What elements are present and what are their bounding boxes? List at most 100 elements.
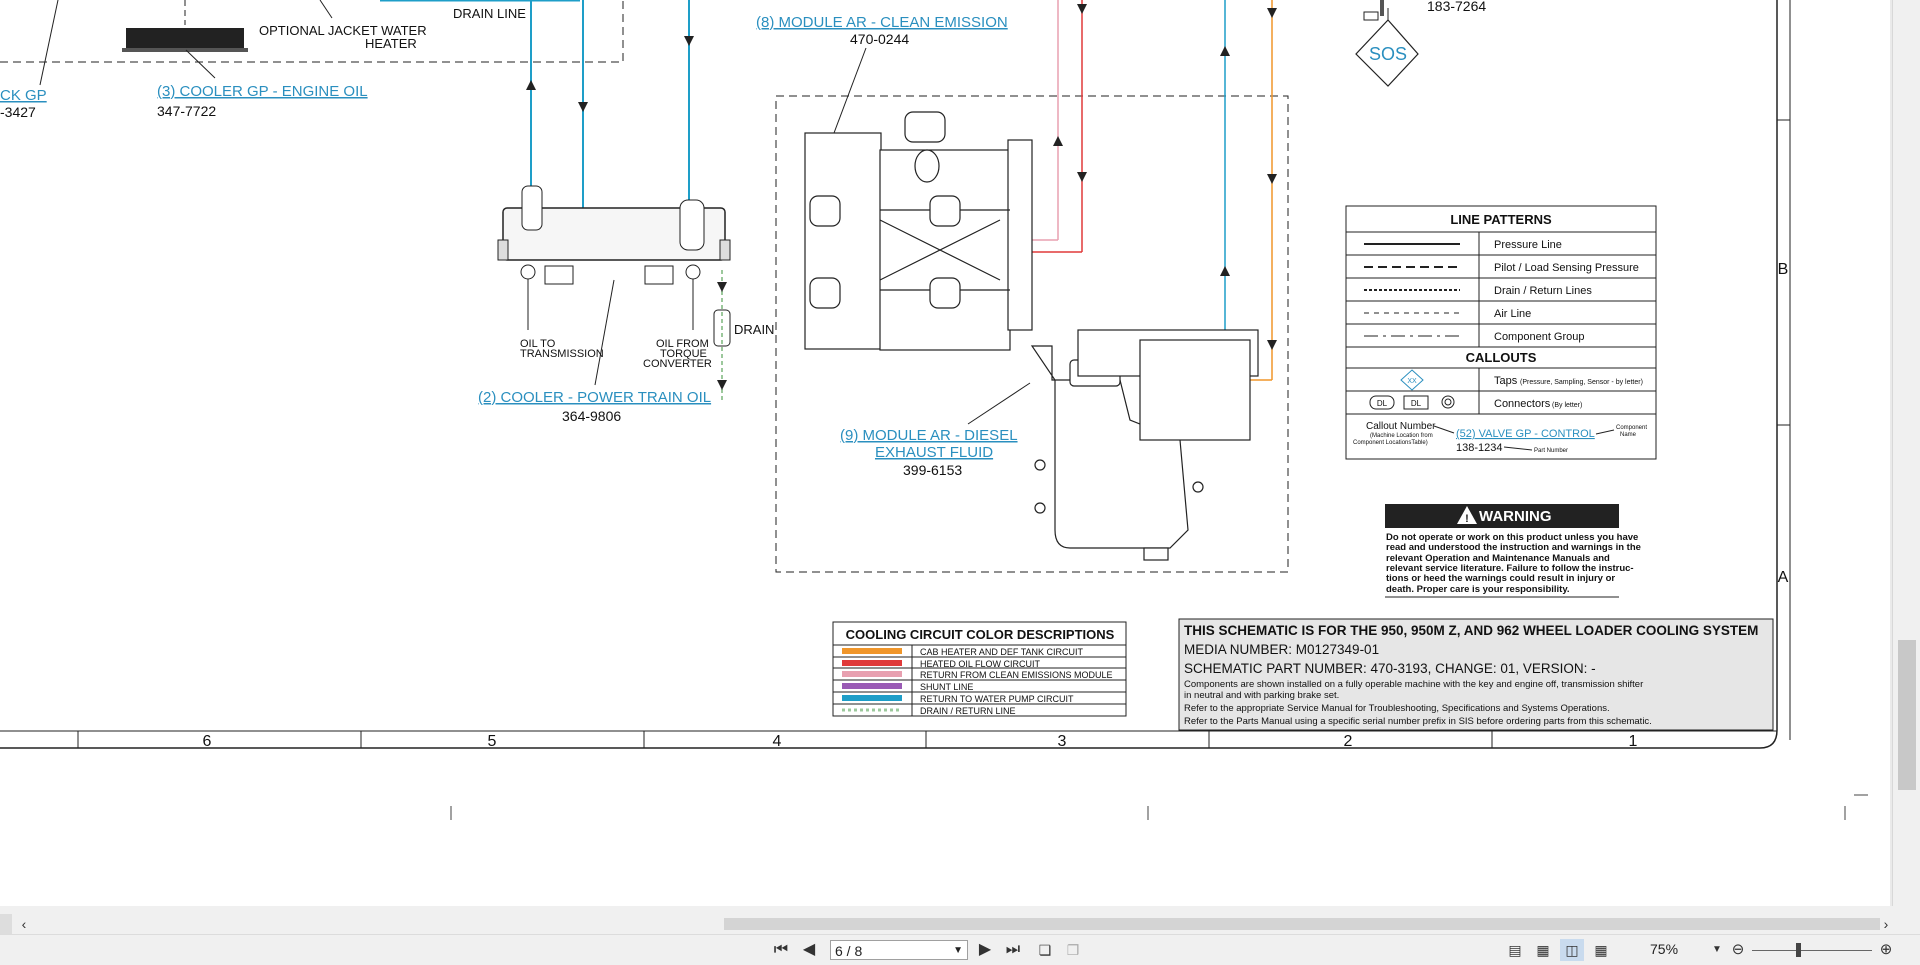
grid-col-3: 3: [1058, 733, 1067, 750]
taps-label: Taps: [1494, 375, 1518, 387]
swatch-3: [842, 683, 902, 689]
def-module-link-2[interactable]: EXHAUST FLUID: [875, 444, 993, 461]
scroll-right-icon[interactable]: ›: [1876, 914, 1896, 934]
title-block-note-4: Refer to the Parts Manual using a specif…: [1184, 716, 1652, 727]
lp-row-3: Air Line: [1494, 308, 1531, 320]
warning-title: WARNING: [1479, 508, 1552, 525]
facing-icon[interactable]: ◫: [1560, 939, 1584, 961]
horizontal-scroll-thumb[interactable]: [724, 918, 1880, 930]
title-block-part: SCHEMATIC PART NUMBER: 470-3193, CHANGE:…: [1184, 661, 1596, 676]
callout-note-1: (Machine Location from: [1370, 433, 1433, 439]
color-desc-title: COOLING CIRCUIT COLOR DESCRIPTIONS: [846, 627, 1115, 642]
line-patterns-title: LINE PATTERNS: [1450, 212, 1552, 227]
power-train-cooler-link[interactable]: (2) COOLER - POWER TRAIN OIL: [478, 389, 711, 406]
clean-emission-pn: 470-0244: [850, 31, 909, 47]
page-dropdown-icon[interactable]: ▼: [953, 941, 963, 961]
part-number-label: Part Number: [1534, 448, 1568, 454]
copy-icon[interactable]: ❏: [1034, 939, 1056, 961]
swatch-1: [842, 660, 902, 666]
lp-row-0: Pressure Line: [1494, 239, 1562, 251]
tap-symbol-text: XX: [1407, 378, 1417, 385]
scroll-left-icon[interactable]: ‹: [14, 914, 34, 934]
title-block-note-2: in neutral and with parking brake set.: [1184, 690, 1339, 701]
drain-label: DRAIN: [734, 322, 774, 337]
color-desc-3: SHUNT LINE: [920, 682, 973, 692]
svg-text:!: !: [1465, 513, 1469, 525]
grid-col-5: 5: [488, 733, 497, 750]
page-number-input[interactable]: 6 / 8 ▼: [830, 940, 968, 960]
color-desc-0: CAB HEATER AND DEF TANK CIRCUIT: [920, 647, 1084, 657]
horizontal-scrollbar[interactable]: ‹ ›: [0, 914, 1892, 934]
optional-heater-label-2: HEATER: [365, 36, 417, 51]
last-page-icon[interactable]: ⏭: [1002, 939, 1024, 961]
grid-row-b: B: [1778, 261, 1789, 278]
drain-line-label: DRAIN LINE: [453, 6, 526, 21]
connectors-note: (By letter): [1552, 402, 1582, 409]
paste-icon[interactable]: ❐: [1062, 939, 1084, 961]
document-viewport: B A 6 5 4 3 2 1 OPTIONAL JACKET WATER HE…: [0, 0, 1892, 906]
warning-line-5: death. Proper care is your responsibilit…: [1386, 584, 1570, 595]
sos-label: SOS: [1369, 44, 1407, 64]
callout-ckgp[interactable]: CK GP: [0, 87, 47, 104]
prev-page-icon[interactable]: ◀: [798, 939, 820, 961]
zoom-slider-track[interactable]: [1752, 950, 1872, 951]
engine-oil-cooler-pn: 347-7722: [157, 103, 216, 119]
grid-col-1: 1: [1629, 733, 1638, 750]
title-block-media: MEDIA NUMBER: M0127349-01: [1184, 642, 1379, 657]
schematic-sheet: B A 6 5 4 3 2 1 OPTIONAL JACKET WATER HE…: [0, 0, 1890, 906]
def-module-pn: 399-6153: [903, 462, 962, 478]
callout-note-2: Component LocationsTable): [1353, 440, 1428, 446]
warning-line-4: tions or heed the warnings could result …: [1386, 573, 1615, 584]
continuous-icon[interactable]: ▦: [1532, 939, 1554, 961]
grid-col-6: 6: [203, 733, 212, 750]
component-name-2: Name: [1620, 432, 1637, 438]
callout-example-link[interactable]: (52) VALVE GP - CONTROL: [1456, 428, 1595, 440]
color-desc-5: DRAIN / RETURN LINE: [920, 706, 1016, 716]
warning-line-1: read and understood the instruction and …: [1386, 542, 1641, 553]
connectors-label: Connectors: [1494, 398, 1551, 410]
oil-from-tc-3: CONVERTER: [643, 358, 712, 370]
swatch-4: [842, 695, 902, 701]
scroll-left-stub[interactable]: [0, 914, 12, 934]
title-block-note-3: Refer to the appropriate Service Manual …: [1184, 703, 1610, 714]
conn-dl-2: DL: [1411, 399, 1422, 408]
callouts-title: CALLOUTS: [1466, 350, 1537, 365]
zoom-out-icon[interactable]: ⊖: [1728, 939, 1748, 961]
single-page-icon[interactable]: ▤: [1504, 939, 1526, 961]
def-module-link-1[interactable]: (9) MODULE AR - DIESEL: [840, 427, 1018, 444]
swatch-2: [842, 671, 902, 677]
zoom-dropdown-icon[interactable]: ▼: [1710, 939, 1724, 961]
oil-to-trans-2: TRANSMISSION: [520, 348, 604, 360]
title-block-note-1: Components are shown installed on a full…: [1184, 679, 1643, 690]
next-page-icon[interactable]: ▶: [974, 939, 996, 961]
power-train-cooler-pn: 364-9806: [562, 408, 621, 424]
vertical-scroll-thumb[interactable]: [1898, 640, 1916, 790]
callout-number-label: Callout Number: [1366, 421, 1436, 432]
conn-dl-1: DL: [1377, 399, 1388, 408]
color-desc-1: HEATED OIL FLOW CIRCUIT: [920, 659, 1041, 669]
callout-ckgp-pn: -3427: [0, 104, 36, 120]
zoom-in-icon[interactable]: ⊕: [1876, 939, 1896, 961]
navigation-toolbar: ⏮ ◀ 6 / 8 ▼ ▶ ⏭ ❏ ❐ ▤ ▦ ◫ ▦ 75% ▼ ⊖ ⊕: [0, 934, 1920, 965]
page-number-value: 6 / 8: [835, 943, 863, 959]
engine-oil-cooler-link[interactable]: (3) COOLER GP - ENGINE OIL: [157, 83, 368, 100]
title-block-title: THIS SCHEMATIC IS FOR THE 950, 950M Z, A…: [1184, 623, 1758, 638]
grid-col-4: 4: [773, 733, 782, 750]
grid-col-2: 2: [1344, 733, 1353, 750]
swatch-0: [842, 648, 902, 654]
lp-row-1: Pilot / Load Sensing Pressure: [1494, 262, 1639, 274]
color-desc-4: RETURN TO WATER PUMP CIRCUIT: [920, 694, 1074, 704]
zoom-slider-handle[interactable]: [1796, 943, 1801, 957]
sos-pn: 183-7264: [1427, 0, 1486, 14]
component-name-1: Component: [1616, 425, 1647, 431]
first-page-icon[interactable]: ⏮: [770, 939, 792, 961]
zoom-level[interactable]: 75%: [1650, 941, 1678, 957]
clean-emission-link[interactable]: (8) MODULE AR - CLEAN EMISSION: [756, 14, 1008, 31]
grid-row-a: A: [1778, 569, 1789, 586]
vertical-scrollbar[interactable]: [1892, 0, 1920, 906]
lp-row-4: Component Group: [1494, 331, 1585, 343]
continuous-facing-icon[interactable]: ▦: [1590, 939, 1612, 961]
taps-note: (Pressure, Sampling, Sensor - by letter): [1520, 379, 1643, 386]
lp-row-2: Drain / Return Lines: [1494, 285, 1592, 297]
part-number-example: 138-1234: [1456, 442, 1503, 454]
